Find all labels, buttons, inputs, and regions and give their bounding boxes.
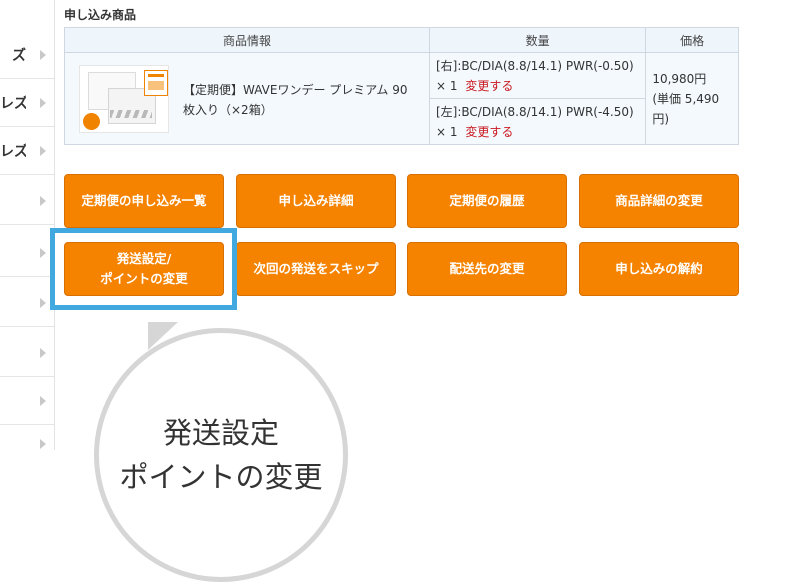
price-cell: 10,980円 (単価 5,490円) — [645, 52, 739, 145]
subscription-history-button[interactable]: 定期便の履歴 — [407, 174, 567, 228]
product-image[interactable] — [79, 65, 169, 133]
sidebar-item-3[interactable]: レズ — [0, 127, 54, 175]
sidebar-item-2[interactable]: レズ — [0, 79, 54, 127]
button-label: 申し込み詳細 — [278, 193, 354, 208]
product-name-line: 【定期便】WAVEワンデー プレミアム 90 — [183, 83, 408, 97]
callout-text: ポイントの変更 — [119, 460, 323, 494]
chevron-right-icon — [40, 298, 46, 308]
subscription-list-button[interactable]: 定期便の申し込み一覧 — [64, 174, 224, 228]
sidebar-item-8[interactable] — [0, 377, 54, 425]
change-link-right[interactable]: 変更する — [465, 79, 513, 93]
product-name-line: 枚入り（×2箱） — [183, 103, 273, 117]
product-name: 【定期便】WAVEワンデー プレミアム 90 枚入り（×2箱） — [183, 80, 413, 120]
table-header-row: 商品情報 数量 価格 — [64, 27, 739, 53]
button-label: 配送先の変更 — [449, 261, 525, 276]
chevron-right-icon — [40, 348, 46, 358]
skip-next-shipment-button[interactable]: 次回の発送をスキップ — [236, 242, 396, 296]
sidebar-item-7[interactable] — [0, 329, 54, 377]
order-detail-button[interactable]: 申し込み詳細 — [236, 174, 396, 228]
sidebar-item-5[interactable] — [0, 229, 54, 277]
header-quantity: 数量 — [428, 27, 647, 53]
section-title: 申し込み商品 — [64, 8, 137, 22]
button-label: 次回の発送をスキップ — [253, 261, 379, 276]
chevron-right-icon — [40, 396, 46, 406]
sidebar-item-label: ズ — [12, 48, 26, 64]
quantity-cell-left: [左]:BC/DIA(8.8/14.1) PWR(-4.50) × 1 変更する — [428, 98, 647, 145]
button-label: 定期便の申し込み一覧 — [81, 193, 207, 208]
callout-text: 発送設定 — [162, 416, 279, 450]
header-price: 価格 — [645, 27, 739, 53]
sidebar: ズ レズ レズ — [0, 0, 55, 450]
header-product-info: 商品情報 — [64, 27, 430, 53]
product-table: 商品情報 数量 価格 【定期便】WAVEワンデー プレミアム 90 枚入り（×2… — [64, 27, 739, 145]
callout-bubble: 発送設定 ポイントの変更 — [94, 328, 348, 582]
button-label: 定期便の履歴 — [449, 193, 525, 208]
price-total: 10,980円 — [652, 71, 707, 86]
change-product-detail-button[interactable]: 商品詳細の変更 — [579, 174, 739, 228]
quantity-cell-right: [右]:BC/DIA(8.8/14.1) PWR(-0.50) × 1 変更する — [428, 52, 647, 99]
sidebar-item-label: レズ — [0, 96, 26, 112]
cancel-subscription-button[interactable]: 申し込みの解約 — [579, 242, 739, 296]
sidebar-item-9[interactable] — [0, 425, 54, 450]
circle-badge-icon — [83, 113, 100, 130]
sidebar-item-1[interactable]: ズ — [0, 31, 54, 79]
highlight-frame — [50, 228, 237, 310]
quantity-count: × 1 — [435, 124, 458, 139]
price-unit: (単価 5,490円) — [652, 91, 720, 126]
quantity-count: × 1 — [435, 78, 458, 93]
chevron-right-icon — [40, 439, 46, 449]
chevron-right-icon — [40, 146, 46, 156]
sidebar-item-4[interactable] — [0, 177, 54, 225]
product-info-cell: 【定期便】WAVEワンデー プレミアム 90 枚入り（×2箱） — [64, 52, 430, 145]
chevron-right-icon — [40, 248, 46, 258]
sidebar-item-label: レズ — [0, 144, 26, 160]
change-address-button[interactable]: 配送先の変更 — [407, 242, 567, 296]
button-label: 商品詳細の変更 — [615, 193, 703, 208]
product-stripe-icon — [110, 110, 152, 118]
subscription-badge-icon — [144, 70, 168, 96]
quantity-spec: [右]:BC/DIA(8.8/14.1) PWR(-0.50) — [435, 58, 634, 73]
chevron-right-icon — [40, 50, 46, 60]
button-label: 申し込みの解約 — [615, 261, 703, 276]
chevron-right-icon — [40, 196, 46, 206]
change-link-left[interactable]: 変更する — [465, 125, 513, 139]
table-row: 【定期便】WAVEワンデー プレミアム 90 枚入り（×2箱） [右]:BC/D… — [64, 52, 739, 145]
chevron-right-icon — [40, 98, 46, 108]
quantity-spec: [左]:BC/DIA(8.8/14.1) PWR(-4.50) — [435, 104, 634, 119]
sidebar-item-6[interactable] — [0, 279, 54, 327]
